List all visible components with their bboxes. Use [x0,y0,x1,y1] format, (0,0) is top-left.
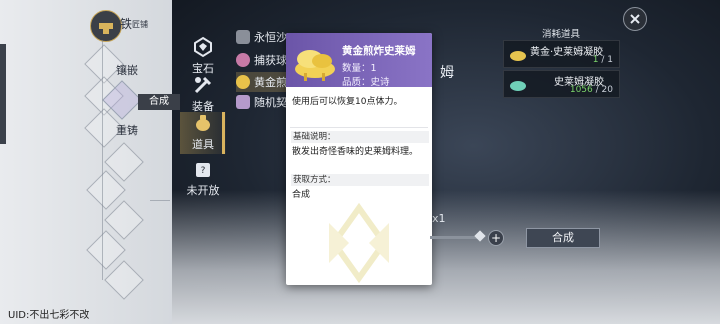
popup-usage: 使用后可以恢复10点体力。 [292,97,403,107]
category-gem[interactable]: 宝石 [180,36,226,76]
list-item-label: 随机契 [254,96,287,109]
popup-quantity: 数量：1 [342,63,377,74]
item-bag-icon [196,115,210,131]
golden-slime-icon [295,50,335,81]
detail-name-tail: 姆 [440,65,454,81]
consumable-need: / 1 [601,55,613,65]
fog-overlay [172,190,720,324]
quantity-slider-track[interactable] [430,236,480,239]
sand-icon [236,30,250,44]
consumable-slot[interactable]: 史莱姆凝胶 1056 / 20 [503,70,620,98]
anvil-icon [99,23,113,34]
side-drawer-tab[interactable] [0,44,6,144]
left-background [0,0,175,324]
svg-text:?: ? [201,166,206,176]
category-items-label: 道具 [192,138,214,151]
locked-icon: ? [196,163,210,177]
category-locked[interactable]: ? 未开放 [180,158,226,198]
blacksmith-label: 铁 [120,17,133,31]
craft-button[interactable]: 合成 [526,228,600,248]
consumable-have: 1056 [569,85,593,95]
popup-basic-title: 基础说明： [291,131,429,143]
popup-item-name: 黄金煎炸史莱姆 [342,45,416,57]
category-equipment[interactable]: 装备 [180,74,226,114]
increase-quantity-button[interactable]: + [488,230,504,246]
category-items[interactable]: 道具 [180,112,226,154]
list-item-label: 捕获球 [254,54,287,67]
consumable-count: 1 / 1 [593,55,613,65]
close-icon [630,14,640,24]
equipment-icon [194,76,212,94]
list-item-label: 黄金煎 [254,76,287,89]
watermark-logo [329,203,389,283]
consumable-slot[interactable]: 黄金·史莱姆凝胶 1 / 1 [503,40,620,68]
popup-divider [290,127,428,128]
contract-icon [236,95,250,109]
category-locked-label: 未开放 [186,184,220,197]
item-detail-popup[interactable]: 黄金煎炸史莱姆 数量：1 品质：史诗 使用后可以恢复10点体力。 基础说明： 散… [286,33,432,285]
quantity-multiplier: x1 [432,212,446,225]
consumables-title: 消耗道具 [541,29,580,40]
list-item-label: 永恒沙 [254,31,287,44]
close-button[interactable] [623,7,647,31]
slime-gel-icon [510,81,526,91]
gem-icon [194,36,212,58]
popup-quality: 品质：史诗 [342,77,390,88]
consumable-have: 1 [592,55,599,65]
blacksmith-sublabel: 匠铺 [132,20,148,29]
synthesis-hint-label: 合成 [138,94,180,110]
consumable-count: 1056 / 20 [570,85,613,95]
tree-connector [102,40,103,280]
category-active-indicator [222,112,225,154]
popup-source-title: 获取方式： [291,174,429,186]
reforge-label: 重铸 [116,124,138,137]
capture-ball-icon [236,53,250,67]
popup-basic-text: 散发出奇怪香味的史莱姆料理。 [292,147,419,157]
golden-slime-icon [236,75,250,89]
consumable-need: / 20 [595,85,613,95]
blacksmith-node[interactable] [90,10,122,42]
golden-slime-gel-icon [510,51,526,61]
popup-source-text: 合成 [292,190,311,200]
inlay-label: 镶嵌 [116,64,138,77]
uid-label: UID:不出七彩不改 [8,310,90,321]
tree-connector [150,200,170,201]
